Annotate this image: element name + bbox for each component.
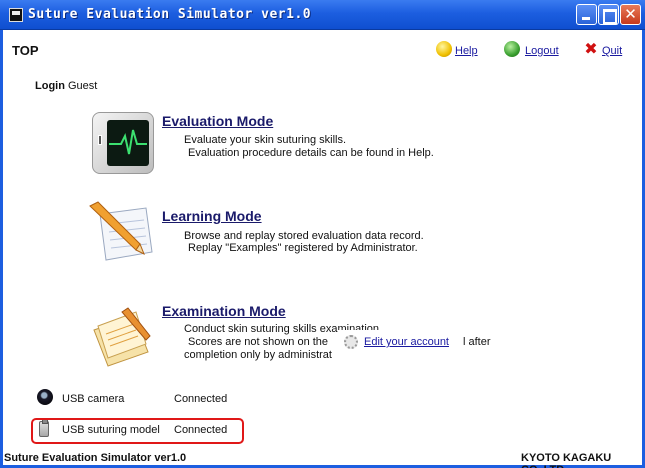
evaluation-desc-line1: Evaluate your skin suturing skills.	[184, 134, 347, 146]
usb-camera-status: Connected	[174, 393, 228, 405]
footer-company: KYOTO KAGAKU CO.,LTD	[521, 452, 612, 468]
help-link[interactable]: Help	[455, 45, 478, 57]
examination-desc-line2: Scores are not shown on the	[188, 336, 329, 348]
title-bar[interactable]: Suture Evaluation Simulator ver1.0 ✕	[0, 0, 645, 30]
highlight-box	[31, 418, 244, 444]
learning-desc-line2: Replay "Examples" registered by Administ…	[188, 242, 418, 254]
login-label: Login	[35, 80, 65, 92]
edit-account-link[interactable]: Edit your account	[364, 336, 449, 348]
quit-link[interactable]: Quit	[602, 45, 622, 57]
usb-camera-label: USB camera	[62, 393, 125, 405]
app-icon	[9, 8, 23, 22]
close-button[interactable]: ✕	[620, 4, 641, 25]
examination-desc-line3: completion only by administrat	[184, 349, 332, 361]
footer-app-name: Suture Evaluation Simulator ver1.0	[4, 452, 187, 464]
quit-icon[interactable]: ✖	[583, 41, 599, 57]
learning-mode-link[interactable]: Learning Mode	[162, 208, 262, 224]
evaluation-desc-line2: Evaluation procedure details can be foun…	[188, 147, 434, 159]
monitor-screen	[107, 120, 149, 166]
minimize-button[interactable]	[576, 4, 597, 25]
webcam-icon	[37, 389, 53, 405]
notes-pencil-icon[interactable]	[88, 306, 158, 368]
examination-desc-fragment: l after	[463, 336, 491, 348]
page-title: TOP	[12, 43, 39, 58]
gear-icon[interactable]	[344, 335, 358, 349]
evaluation-mode-link[interactable]: Evaluation Mode	[162, 113, 273, 129]
logout-icon[interactable]	[504, 41, 520, 57]
maximize-button[interactable]	[598, 4, 619, 25]
close-icon: ✕	[624, 5, 637, 23]
notepad-pencil-icon[interactable]	[86, 200, 158, 266]
monitor-knob	[98, 135, 102, 145]
login-user: Guest	[68, 80, 98, 92]
monitor-ecg-icon[interactable]	[92, 112, 154, 174]
window-title: Suture Evaluation Simulator ver1.0	[28, 7, 312, 22]
logout-link[interactable]: Logout	[525, 45, 559, 57]
help-icon[interactable]	[436, 41, 452, 57]
edit-account-popup[interactable]: Edit your account	[338, 330, 458, 356]
examination-mode-link[interactable]: Examination Mode	[162, 303, 286, 319]
